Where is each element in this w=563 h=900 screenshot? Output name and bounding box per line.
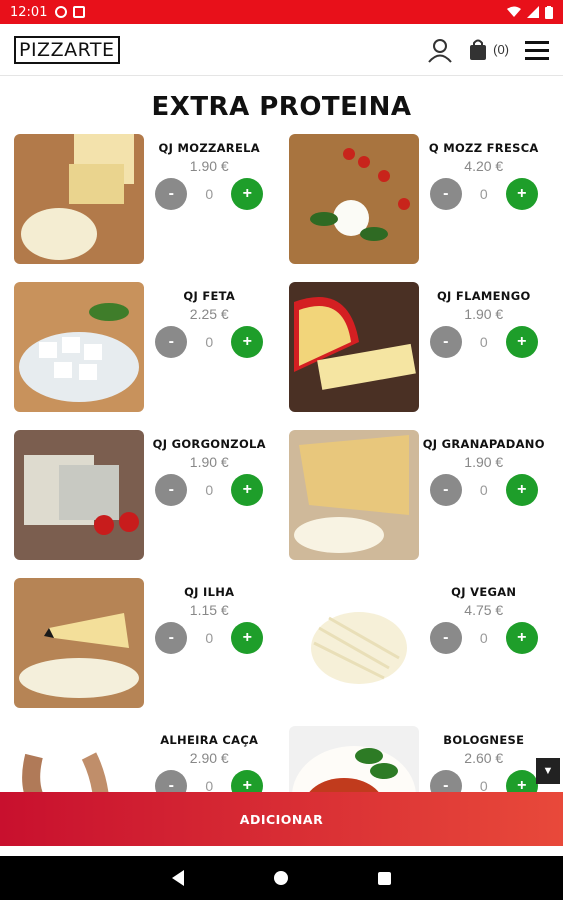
status-bar: 12:01 bbox=[0, 0, 563, 24]
increase-quantity-button[interactable]: + bbox=[231, 622, 264, 654]
quantity-value: 0 bbox=[205, 334, 214, 350]
product-card: BOLOGNESE 2.60 € - 0 + bbox=[288, 726, 550, 792]
user-icon[interactable] bbox=[427, 37, 453, 63]
quantity-value: 0 bbox=[205, 186, 214, 202]
product-price: 4.20 € bbox=[464, 158, 504, 174]
product-name: QJ GRANAPADANO bbox=[422, 437, 545, 451]
quantity-value: 0 bbox=[205, 630, 214, 646]
product-image bbox=[288, 282, 419, 412]
storage-icon bbox=[73, 6, 86, 18]
product-card: QJ GORGONZOLA 1.90 € - 0 + bbox=[14, 430, 275, 560]
decrease-quantity-button[interactable]: - bbox=[155, 178, 188, 210]
product-image bbox=[288, 726, 419, 792]
increase-quantity-button[interactable]: + bbox=[505, 770, 538, 792]
product-price: 2.90 € bbox=[189, 750, 229, 766]
product-name: BOLOGNESE bbox=[443, 733, 525, 747]
product-price: 1.90 € bbox=[189, 158, 229, 174]
cart-button[interactable]: (0) bbox=[469, 39, 509, 61]
quantity-value: 0 bbox=[479, 630, 488, 646]
product-grid: QJ MOZZARELA 1.90 € -0 + Q MOZZ FRESCA 4.20 €… bbox=[14, 134, 549, 792]
nav-back-icon[interactable] bbox=[172, 870, 184, 886]
product-name: QJ GORGONZOLA bbox=[152, 437, 266, 451]
product-card: QJ GRANAPADANO 1.90 € - 0 + bbox=[288, 430, 550, 560]
quantity-value: 0 bbox=[479, 186, 488, 202]
product-card: QJ ILHA 1.15 € - 0 + bbox=[14, 578, 275, 708]
product-name: QJ ILHA bbox=[184, 585, 235, 599]
product-price: 1.15 € bbox=[189, 602, 229, 618]
product-card: QJ MOZZARELA 1.90 € - 0 + bbox=[14, 134, 275, 264]
product-card: QJ VEGAN 4.75 € - 0 + bbox=[288, 578, 550, 708]
decrease-quantity-button[interactable]: - bbox=[155, 474, 188, 506]
product-name: ALHEIRA CAÇA bbox=[160, 733, 259, 747]
quantity-value: 0 bbox=[479, 334, 488, 350]
shopping-bag-icon bbox=[470, 39, 487, 60]
product-price: 1.90 € bbox=[189, 454, 229, 470]
menu-icon[interactable] bbox=[525, 40, 549, 60]
quantity-value: 0 bbox=[479, 778, 488, 792]
nav-home-icon[interactable] bbox=[274, 871, 288, 885]
product-image bbox=[14, 430, 144, 560]
app-header: PIZZARTE (0) bbox=[0, 24, 563, 76]
product-name: QJ MOZZARELA bbox=[158, 141, 260, 155]
quantity-value: 0 bbox=[479, 482, 488, 498]
increase-quantity-button[interactable]: + bbox=[231, 770, 264, 792]
increase-quantity-button[interactable]: + bbox=[505, 622, 538, 654]
product-card: ALHEIRA CAÇA 2.90 € - 0 + bbox=[14, 726, 275, 792]
decrease-quantity-button[interactable]: - bbox=[429, 326, 462, 358]
increase-quantity-button[interactable]: + bbox=[505, 178, 538, 210]
product-card: QJ FETA 2.25 € - 0 + bbox=[14, 282, 275, 412]
page-title: EXTRA PROTEINA bbox=[151, 92, 412, 122]
decrease-quantity-button[interactable]: - bbox=[429, 622, 462, 654]
product-image bbox=[14, 282, 144, 412]
product-image bbox=[288, 430, 419, 560]
add-button[interactable]: ADICIONAR bbox=[0, 792, 563, 846]
nav-recent-icon[interactable] bbox=[378, 871, 391, 885]
product-name: QJ VEGAN bbox=[451, 585, 517, 599]
product-price: 4.75 € bbox=[464, 602, 504, 618]
increase-quantity-button[interactable]: + bbox=[231, 474, 264, 506]
increase-quantity-button[interactable]: + bbox=[505, 474, 538, 506]
product-image bbox=[14, 578, 144, 708]
battery-icon bbox=[545, 5, 553, 19]
product-price: 1.90 € bbox=[464, 306, 504, 322]
increase-quantity-button[interactable]: + bbox=[505, 326, 538, 358]
product-image bbox=[14, 726, 144, 792]
product-image bbox=[14, 134, 144, 264]
system-nav-bar bbox=[0, 856, 563, 900]
signal-icon bbox=[527, 6, 539, 18]
product-name: QJ FETA bbox=[183, 289, 236, 303]
scroll-down-icon[interactable]: ▼ bbox=[536, 758, 560, 784]
product-name: QJ FLAMENGO bbox=[436, 289, 531, 303]
decrease-quantity-button[interactable]: - bbox=[429, 178, 462, 210]
notification-icon bbox=[55, 6, 68, 18]
product-card: Q MOZZ FRESCA 4.20 € - 0 + bbox=[288, 134, 550, 264]
increase-quantity-button[interactable]: + bbox=[231, 326, 264, 358]
product-name: Q MOZZ FRESCA bbox=[428, 141, 539, 155]
product-image bbox=[288, 134, 419, 264]
product-card: QJ FLAMENGO 1.90 € - 0 + bbox=[288, 282, 550, 412]
quantity-value: 0 bbox=[205, 482, 214, 498]
product-price: 1.90 € bbox=[464, 454, 504, 470]
product-price: 2.25 € bbox=[189, 306, 229, 322]
product-price: 2.60 € bbox=[464, 750, 504, 766]
status-time: 12:01 bbox=[10, 4, 48, 20]
decrease-quantity-button[interactable]: - bbox=[155, 622, 188, 654]
cart-count: (0) bbox=[493, 42, 509, 57]
increase-quantity-button[interactable]: + bbox=[231, 178, 264, 210]
decrease-quantity-button[interactable]: - bbox=[429, 770, 462, 792]
decrease-quantity-button[interactable]: - bbox=[155, 326, 188, 358]
decrease-quantity-button[interactable]: - bbox=[429, 474, 462, 506]
wifi-icon bbox=[507, 6, 521, 17]
decrease-quantity-button[interactable]: - bbox=[155, 770, 188, 792]
app-logo[interactable]: PIZZARTE bbox=[14, 35, 120, 64]
quantity-value: 0 bbox=[205, 778, 214, 792]
product-image bbox=[288, 578, 419, 708]
